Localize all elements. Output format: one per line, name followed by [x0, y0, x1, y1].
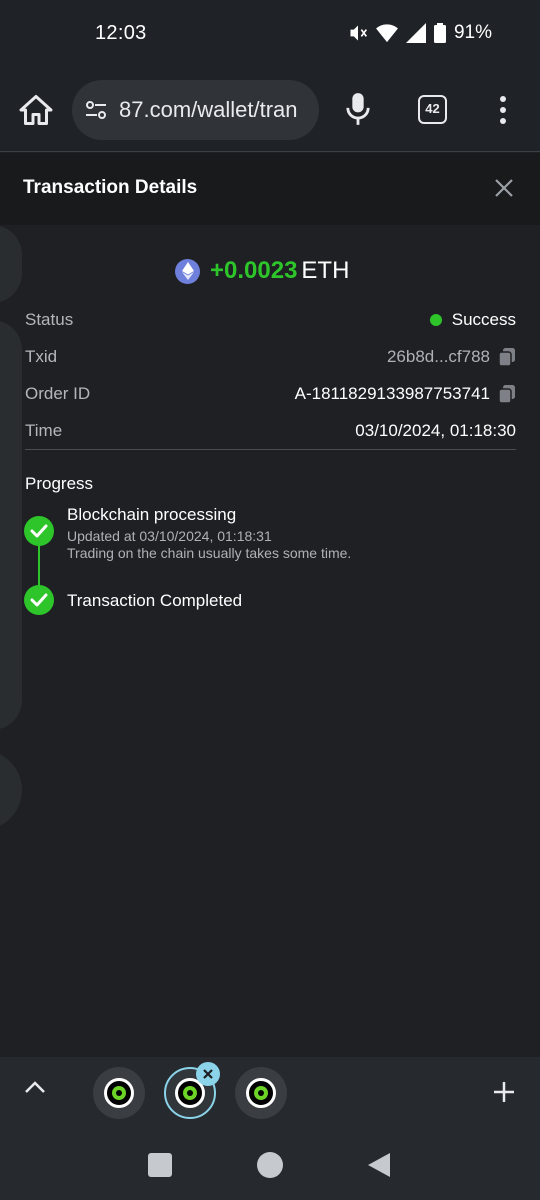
time-label: Time [25, 421, 63, 440]
status-label: Status [25, 310, 74, 329]
more-vert-icon[interactable] [498, 96, 508, 124]
time-row: Time 03/10/2024, 01:18:30 [25, 421, 516, 445]
mute-icon [350, 25, 367, 41]
order-id-label: Order ID [25, 384, 91, 403]
close-icon[interactable] [494, 178, 514, 198]
status-bar: 12:03 91% [0, 0, 540, 70]
copy-icon[interactable] [498, 347, 516, 367]
copy-icon[interactable] [498, 384, 516, 404]
step-updated: Updated at 03/10/2024, 01:18:31 [67, 528, 272, 544]
app-logo-icon [104, 1078, 134, 1108]
amount-unit: ETH [301, 257, 350, 284]
recents-icon[interactable] [148, 1153, 172, 1177]
site-settings-icon[interactable] [84, 98, 108, 122]
address-bar[interactable]: 87.com/wallet/tran [72, 80, 319, 140]
tab-thumbnail[interactable] [93, 1067, 145, 1119]
txid-text: 26b8d...cf788 [386, 347, 490, 366]
time-value: 03/10/2024, 01:18:30 [355, 421, 516, 440]
txid-label: Txid [25, 347, 58, 366]
check-circle-icon [24, 516, 54, 546]
progress-title: Progress [25, 474, 94, 493]
browser-toolbar: 87.com/wallet/tran 42 [0, 70, 540, 152]
status-value: Success [429, 310, 516, 330]
app-logo-icon [246, 1078, 276, 1108]
home-icon[interactable] [18, 92, 54, 128]
tab-switcher-icon[interactable]: 42 [418, 95, 447, 124]
panel-title: Transaction Details [23, 177, 198, 198]
check-circle-icon [24, 585, 54, 615]
progress-connector [38, 545, 40, 587]
step-title: Blockchain processing [67, 505, 237, 524]
status-dot [429, 314, 442, 326]
amount-row: +0.0023 ETH [175, 257, 349, 285]
system-nav-bar [0, 1127, 540, 1200]
mic-icon[interactable] [344, 92, 372, 126]
step-note: Trading on the chain usually takes some … [67, 545, 352, 561]
tab-close-icon[interactable] [196, 1062, 220, 1086]
order-id-value: A-1811829133987753741 [295, 384, 516, 404]
transaction-details-panel: +0.0023 ETH Status Success Txid 26b8d...… [0, 225, 540, 1057]
chevron-up-icon[interactable] [24, 1080, 46, 1094]
order-id-text: A-1811829133987753741 [294, 384, 490, 403]
divider [25, 449, 516, 450]
amount-value: +0.0023 [210, 257, 298, 284]
tab-strip [0, 1057, 540, 1127]
background-card [0, 225, 22, 303]
wifi-icon [376, 24, 398, 43]
battery-level: 91% [453, 22, 492, 43]
background-card [0, 320, 22, 730]
status-icons: 91% [348, 22, 492, 44]
status-text: Success [451, 310, 516, 329]
url-text[interactable]: 87.com/wallet/tran [119, 97, 298, 123]
plus-icon[interactable] [492, 1080, 516, 1104]
background-card [0, 750, 22, 830]
txid-value: 26b8d...cf788 [387, 347, 516, 367]
status-time: 12:03 [95, 22, 147, 44]
tab-thumbnail[interactable] [235, 1067, 287, 1119]
home-nav-icon[interactable] [257, 1152, 283, 1178]
battery-icon [433, 23, 446, 43]
step-title: Transaction Completed [67, 591, 243, 610]
txid-row: Txid 26b8d...cf788 [25, 347, 516, 371]
status-row: Status Success [25, 310, 516, 334]
panel-header: Transaction Details [0, 153, 540, 225]
signal-icon [405, 23, 426, 43]
back-icon[interactable] [366, 1151, 392, 1179]
ethereum-icon [175, 258, 200, 284]
order-id-row: Order ID A-1811829133987753741 [25, 384, 516, 408]
